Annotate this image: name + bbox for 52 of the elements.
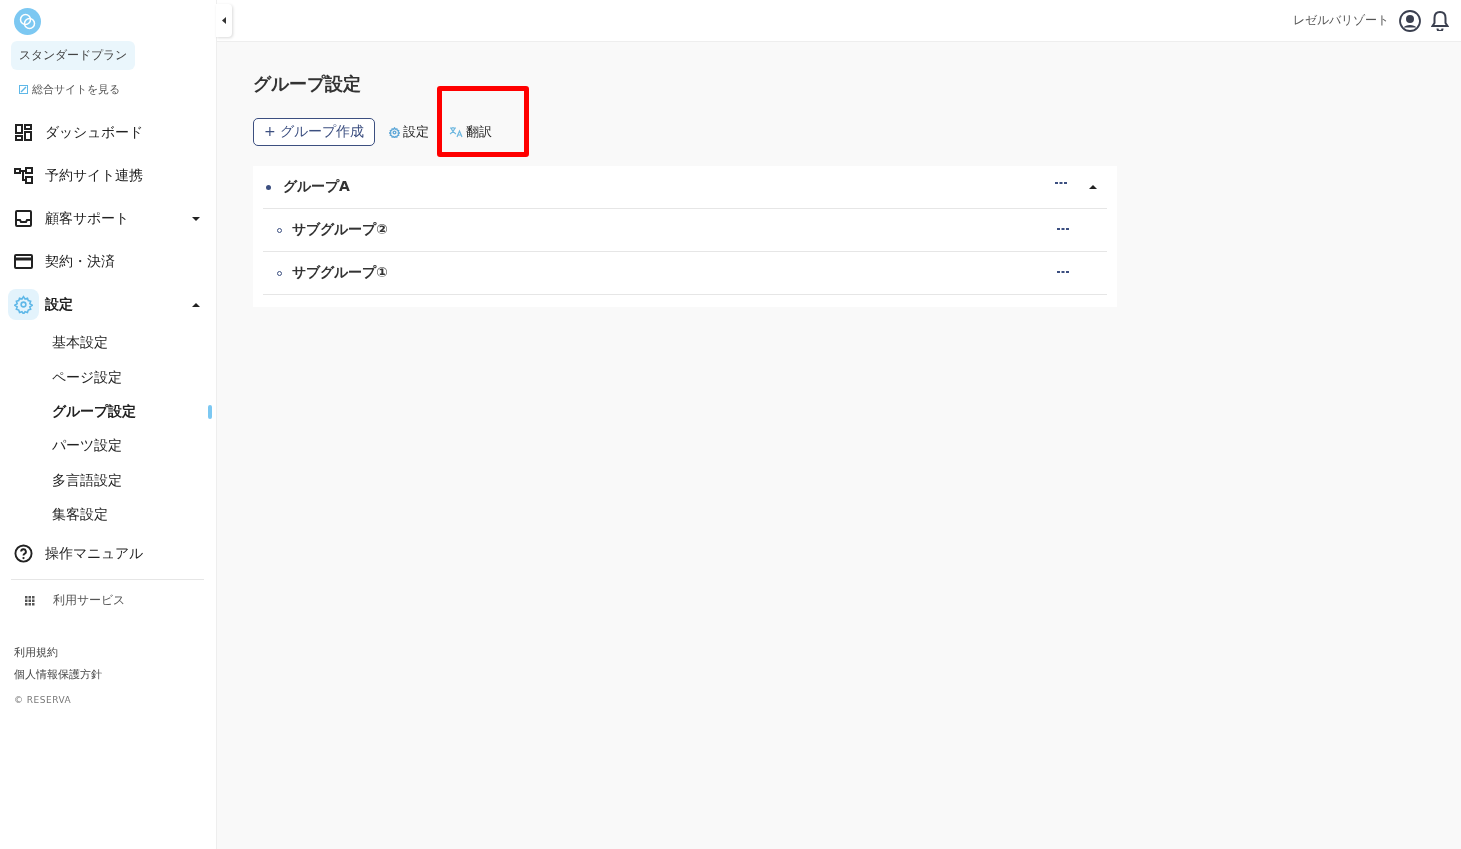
- nav-item[interactable]: 契約・決済: [8, 240, 204, 283]
- sub-nav-item[interactable]: 多言語設定: [8, 463, 204, 498]
- more-button[interactable]: [1057, 227, 1069, 233]
- group-row[interactable]: グループA: [263, 166, 1107, 209]
- settings-icon: [14, 295, 33, 314]
- bullet-icon: [266, 184, 271, 190]
- nav-item[interactable]: 設定: [8, 283, 204, 326]
- page-title: グループ設定: [253, 72, 362, 96]
- logo-icon: [14, 8, 41, 35]
- settings-icon: [389, 126, 401, 138]
- bell-icon[interactable]: [1431, 10, 1449, 31]
- more-icon: [1055, 181, 1067, 185]
- nav-item[interactable]: 予約サイト連携: [8, 154, 204, 197]
- sub-nav-item[interactable]: 集客設定: [8, 497, 204, 533]
- sub-nav-item[interactable]: グループ設定: [8, 394, 204, 430]
- plan-badge: スタンダードプラン: [11, 41, 135, 70]
- caret-icon: [222, 17, 226, 24]
- more-button[interactable]: [1057, 270, 1069, 276]
- site-link[interactable]: 総合サイトを見る: [19, 82, 204, 97]
- help-icon: [14, 544, 33, 564]
- more-icon: [1057, 270, 1069, 274]
- caret-icon: [192, 215, 200, 222]
- collapse-button[interactable]: [216, 4, 232, 37]
- sub-nav-item[interactable]: ページ設定: [8, 360, 204, 395]
- sub-nav-item[interactable]: 基本設定: [8, 326, 204, 361]
- caret-icon: [192, 301, 200, 308]
- account-name: レゼルバリゾート: [1293, 12, 1389, 29]
- caret-icon: [1089, 184, 1097, 190]
- card-icon: [14, 254, 33, 269]
- sub-nav-item[interactable]: パーツ設定: [8, 429, 204, 464]
- more-icon: [1057, 227, 1069, 231]
- user-avatar-icon[interactable]: [1399, 9, 1421, 32]
- external-link-icon: [19, 85, 28, 94]
- inbox-icon: [15, 210, 32, 227]
- grid-icon: [25, 595, 35, 606]
- footer-link[interactable]: 利用規約: [14, 645, 204, 661]
- flow-icon: [14, 167, 33, 184]
- toolbar-button[interactable]: 翻訳: [449, 123, 493, 141]
- group-row[interactable]: サブグループ②: [263, 209, 1107, 252]
- nav-item[interactable]: 操作マニュアル: [8, 532, 204, 576]
- dashboard-icon: [15, 124, 32, 141]
- active-indicator: [208, 404, 212, 419]
- create-group-button[interactable]: + グループ作成: [253, 118, 376, 146]
- copyright: © RESERVA: [14, 695, 73, 706]
- more-button[interactable]: [1055, 181, 1067, 187]
- nav-item[interactable]: 顧客サポート: [8, 197, 204, 240]
- group-row[interactable]: サブグループ①: [263, 252, 1107, 295]
- footer-link[interactable]: 個人情報保護方針: [14, 667, 204, 683]
- translate-icon: [449, 126, 464, 138]
- nav-item[interactable]: ダッシュボード: [8, 111, 204, 154]
- toolbar-button[interactable]: 設定: [389, 123, 430, 141]
- services-link[interactable]: 利用サービス: [53, 592, 125, 610]
